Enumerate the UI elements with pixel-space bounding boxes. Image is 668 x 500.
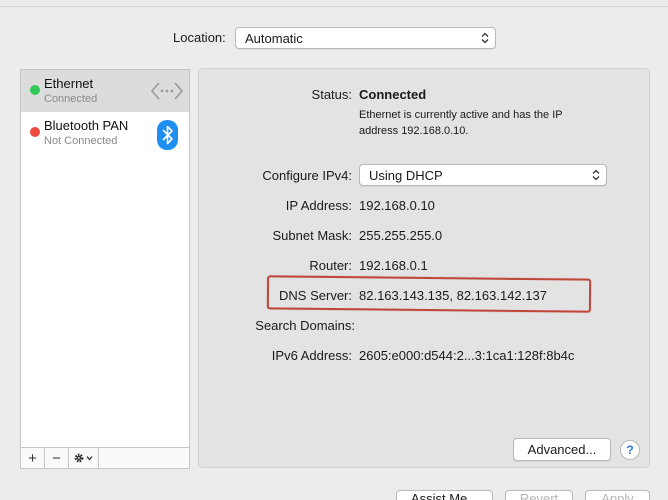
bluetooth-icon bbox=[157, 120, 178, 150]
gear-icon bbox=[74, 453, 92, 463]
advanced-button[interactable]: Advanced... bbox=[513, 438, 611, 461]
ipv6-address-label: IPv6 Address: bbox=[271, 348, 352, 363]
service-detail-panel: Status: Connected Ethernet is currently … bbox=[198, 68, 650, 468]
dns-server-value: 82.163.143.135, 82.163.142.137 bbox=[359, 288, 547, 303]
status-dot bbox=[30, 85, 40, 95]
ip-address-label: IP Address: bbox=[285, 198, 352, 213]
revert-label: Revert bbox=[519, 490, 559, 500]
service-list: Ethernet Connected Bluetooth PAN Not Con… bbox=[20, 69, 190, 469]
network-preferences-window: Location: Automatic Ethernet Connected B… bbox=[0, 0, 668, 500]
service-name: Bluetooth PAN bbox=[44, 118, 129, 133]
updown-arrows-icon bbox=[481, 32, 489, 44]
location-label: Location: bbox=[173, 30, 226, 45]
ipv6-address-value: 2605:e000:d544:2...3:1ca1:128f:8b4c bbox=[359, 348, 575, 363]
assist-me-label: Assist Me... bbox=[410, 490, 479, 500]
status-label: Status: bbox=[311, 87, 352, 102]
status-dot bbox=[30, 127, 40, 137]
service-item-bluetooth-pan[interactable]: Bluetooth PAN Not Connected bbox=[21, 112, 189, 154]
apply-label: Apply bbox=[601, 490, 634, 500]
service-actions-button[interactable] bbox=[69, 448, 99, 468]
service-item-ethernet[interactable]: Ethernet Connected bbox=[21, 70, 189, 112]
configure-ipv4-select[interactable]: Using DHCP bbox=[359, 164, 607, 186]
toolbar-divider bbox=[0, 6, 668, 7]
subnet-mask-value: 255.255.255.0 bbox=[359, 228, 443, 243]
add-service-button[interactable]: + bbox=[21, 448, 45, 468]
remove-service-button[interactable]: − bbox=[45, 448, 69, 468]
service-toolbar: + − bbox=[21, 447, 189, 468]
service-name: Ethernet bbox=[44, 76, 94, 91]
router-value: 192.168.0.1 bbox=[359, 258, 428, 273]
status-value: Connected bbox=[359, 87, 427, 102]
ip-address-value: 192.168.0.10 bbox=[359, 198, 435, 213]
apply-button[interactable]: Apply bbox=[585, 490, 650, 500]
search-domains-label: Search Domains: bbox=[255, 318, 355, 333]
service-status: Connected bbox=[44, 93, 98, 105]
service-status: Not Connected bbox=[44, 135, 118, 147]
subnet-mask-label: Subnet Mask: bbox=[272, 228, 353, 243]
help-button[interactable]: ? bbox=[620, 440, 640, 460]
ethernet-icon bbox=[150, 82, 184, 100]
router-label: Router: bbox=[309, 258, 352, 273]
configure-ipv4-value: Using DHCP bbox=[369, 167, 443, 183]
updown-arrows-icon bbox=[592, 169, 600, 181]
configure-ipv4-label: Configure IPv4: bbox=[262, 168, 352, 183]
assist-me-button[interactable]: Assist Me... bbox=[396, 490, 493, 500]
location-select[interactable]: Automatic bbox=[235, 27, 496, 49]
revert-button[interactable]: Revert bbox=[505, 490, 573, 500]
status-description: Ethernet is currently active and has the… bbox=[359, 109, 563, 137]
dns-server-label: DNS Server: bbox=[279, 288, 352, 303]
location-value: Automatic bbox=[245, 30, 303, 46]
